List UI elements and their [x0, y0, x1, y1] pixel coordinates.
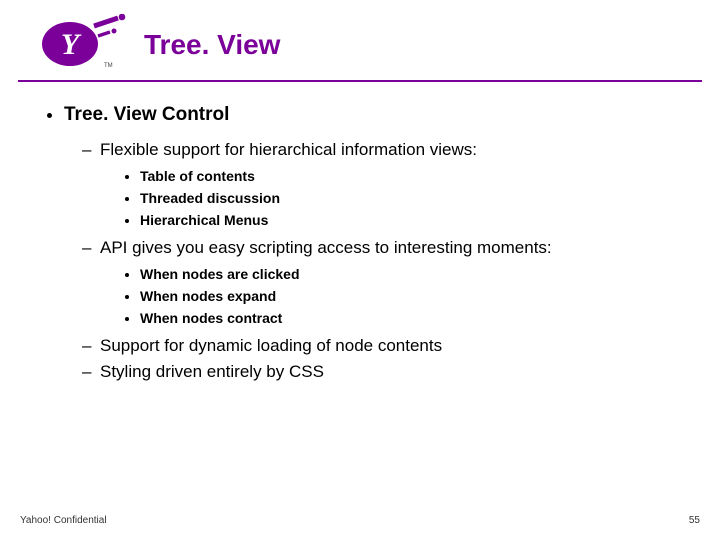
subitem: Threaded discussion	[140, 190, 680, 206]
slide-header: Y TM Tree. View	[0, 0, 720, 76]
subitem: When nodes contract	[140, 310, 680, 326]
section-item: Flexible support for hierarchical inform…	[82, 140, 680, 228]
svg-text:TM: TM	[104, 63, 113, 69]
subitem: Hierarchical Menus	[140, 212, 680, 228]
slide-title: Tree. View	[144, 29, 280, 61]
subitem: When nodes expand	[140, 288, 680, 304]
section-text: Styling driven entirely by CSS	[100, 362, 324, 381]
section-text: API gives you easy scripting access to i…	[100, 238, 552, 257]
subitem: When nodes are clicked	[140, 266, 680, 282]
content-heading: Tree. View Control Flexible support for …	[64, 104, 680, 382]
section-item: Styling driven entirely by CSS	[82, 362, 680, 382]
section-text: Support for dynamic loading of node cont…	[100, 336, 442, 355]
subitem: Table of contents	[140, 168, 680, 184]
section-text: Flexible support for hierarchical inform…	[100, 140, 477, 159]
yahoo-logo-icon: Y TM	[28, 14, 128, 70]
svg-text:Y: Y	[61, 28, 82, 61]
section-item: Support for dynamic loading of node cont…	[82, 336, 680, 356]
heading-text: Tree. View Control	[64, 104, 229, 125]
section-item: API gives you easy scripting access to i…	[82, 238, 680, 326]
footer-confidential: Yahoo! Confidential	[20, 515, 107, 526]
slide-content: Tree. View Control Flexible support for …	[0, 82, 720, 382]
slide-number: 55	[689, 515, 700, 526]
